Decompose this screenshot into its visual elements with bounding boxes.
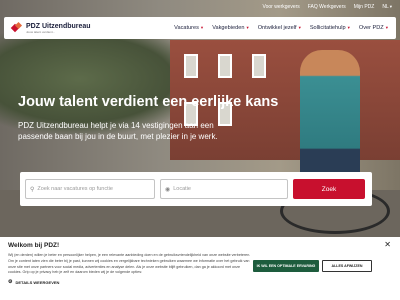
- brand-logo[interactable]: PDZ Uitzendbureau Jouw talent verdient..…: [10, 21, 91, 34]
- chevron-down-icon: ▾: [347, 25, 350, 30]
- utility-nav: Voor werkgevers FAQ Werkgevers Mijn PDZ …: [263, 4, 392, 10]
- hero-photo-person: [300, 50, 360, 190]
- job-query-input[interactable]: [37, 186, 150, 192]
- logo-icon: [10, 21, 23, 33]
- chevron-down-icon: ▾: [389, 4, 392, 9]
- gear-icon: ⚙: [8, 279, 13, 286]
- chevron-down-icon: ▾: [246, 25, 249, 30]
- location-input[interactable]: [173, 186, 283, 192]
- chevron-down-icon: ▾: [385, 25, 388, 30]
- nav-item-label: Ontwikkel jezelf: [257, 25, 297, 31]
- language-label: NL: [382, 4, 389, 10]
- utility-link-werkgevers[interactable]: Voor werkgevers: [263, 4, 300, 10]
- cookie-text: Wij (en derden) willen je beter en perso…: [8, 253, 251, 275]
- brand-name: PDZ Uitzendbureau: [26, 22, 91, 30]
- search-button[interactable]: Zoek: [293, 179, 365, 199]
- chevron-down-icon: ▾: [200, 25, 204, 30]
- close-icon[interactable]: ✕: [384, 240, 391, 249]
- reject-cookies-button[interactable]: ALLES AFWIJZEN: [322, 260, 372, 272]
- nav-item-vacatures[interactable]: Vacatures ▾: [174, 25, 203, 31]
- nav-item-label: Over PDZ: [358, 25, 384, 31]
- location-field[interactable]: ◉: [160, 179, 288, 199]
- main-menu: Vacatures ▾ Vakgebieden ▾ Ontwikkel jeze…: [174, 25, 388, 31]
- chevron-down-icon: ▾: [298, 25, 301, 30]
- hero-subline: PDZ Uitzendbureau helpt je via 14 vestig…: [18, 121, 218, 141]
- utility-link-faq[interactable]: FAQ Werkgevers: [308, 4, 346, 10]
- nav-item-label: Sollicitatiehulp: [309, 25, 346, 31]
- job-query-field[interactable]: ⚲: [25, 179, 155, 199]
- cookie-banner: Welkom bij PDZ! ✕ Wij (en derden) willen…: [0, 237, 400, 300]
- nav-item-label: Vacatures: [174, 25, 199, 31]
- cookie-title: Welkom bij PDZ!: [8, 242, 60, 249]
- brand-tagline: Jouw talent verdient...: [26, 29, 56, 34]
- cookie-details-label: DETAILS WEERGEVEN: [15, 279, 60, 285]
- utility-link-mijn-pdz[interactable]: Mijn PDZ: [354, 4, 375, 10]
- nav-item-over-pdz[interactable]: Over PDZ ▾: [359, 25, 388, 31]
- job-search-bar: ⚲ ◉ Zoek: [20, 172, 372, 206]
- main-navbar: PDZ Uitzendbureau Jouw talent verdient..…: [4, 17, 396, 39]
- hero-headline: Jouw talent verdient een eerlijke kans: [18, 94, 279, 110]
- cookie-details-toggle[interactable]: ⚙ DETAILS WEERGEVEN: [8, 279, 392, 285]
- language-selector[interactable]: NL ▾: [382, 4, 392, 10]
- nav-item-label: Vakgebieden: [212, 25, 245, 31]
- accept-cookies-button[interactable]: IK WIL EEN OPTIMALE ERVARING: [253, 260, 319, 272]
- search-icon: ⚲: [30, 186, 35, 193]
- nav-item-ontwikkel-jezelf[interactable]: Ontwikkel jezelf ▾: [258, 25, 301, 31]
- nav-item-sollicitatiehulp[interactable]: Sollicitatiehulp ▾: [310, 25, 350, 31]
- location-pin-icon: ◉: [165, 186, 171, 193]
- nav-item-vakgebieden[interactable]: Vakgebieden ▾: [212, 25, 249, 31]
